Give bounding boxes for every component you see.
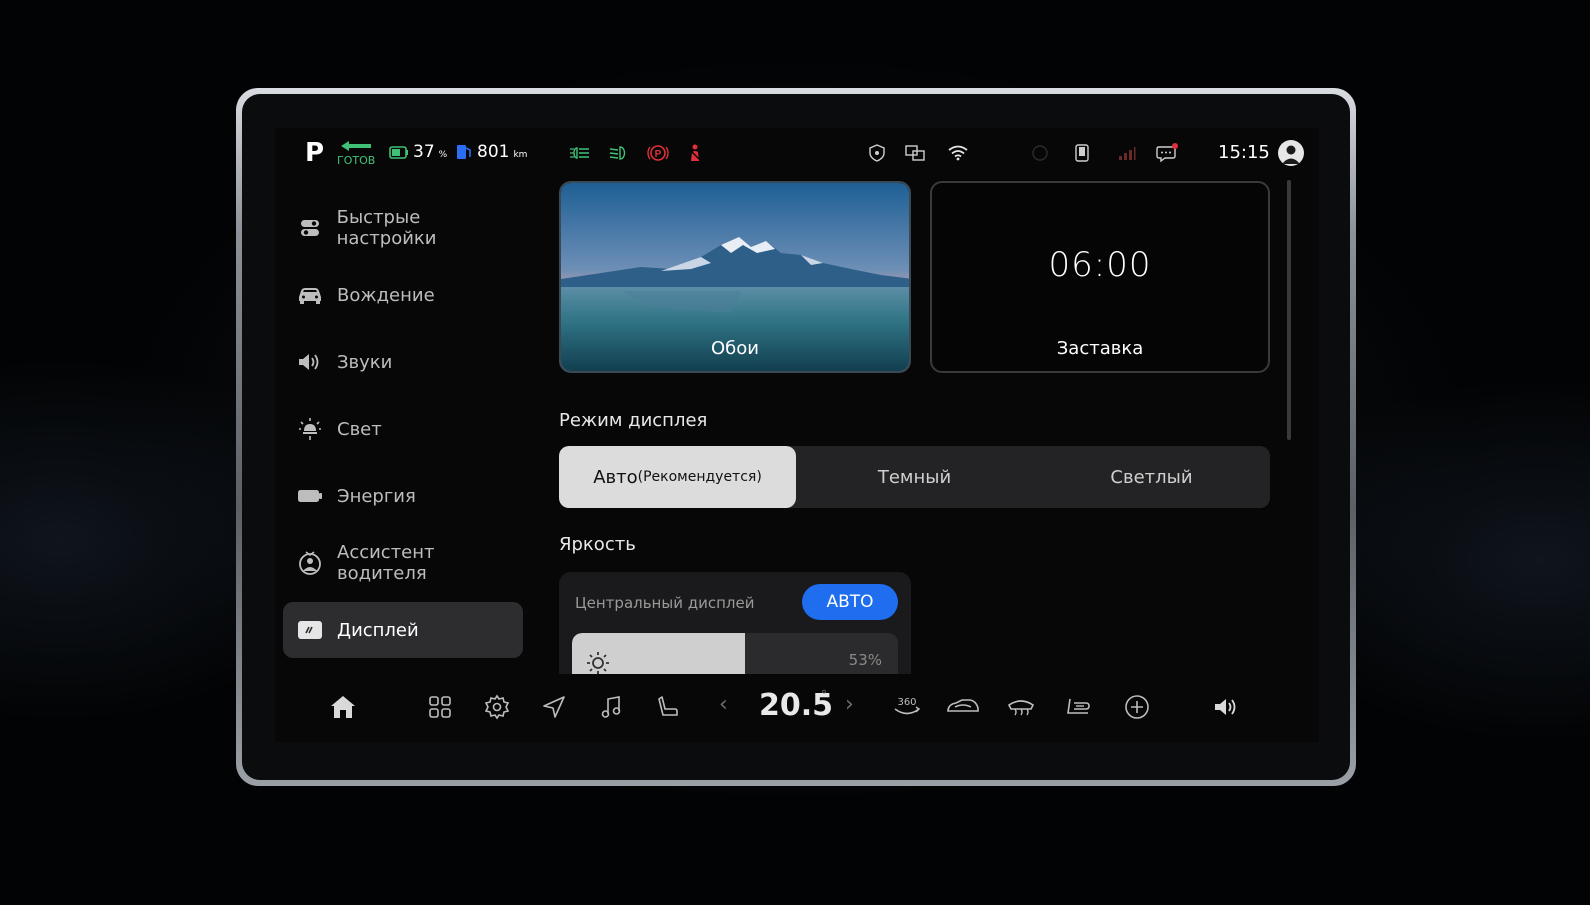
camera-360-icon[interactable]: 360 bbox=[890, 690, 924, 724]
battery-icon bbox=[389, 146, 408, 159]
display-mode-selector: Авто (Рекомендуется) Темный Светлый bbox=[559, 446, 1270, 508]
message-icon[interactable] bbox=[1155, 142, 1179, 164]
ready-arrow-icon bbox=[341, 141, 371, 151]
user-avatar-icon[interactable] bbox=[1278, 140, 1304, 166]
brightness-percent: 53% bbox=[848, 651, 882, 669]
shield-icon[interactable] bbox=[867, 143, 887, 163]
wifi-icon[interactable] bbox=[947, 143, 969, 163]
battery-icon bbox=[297, 483, 323, 509]
navigation-icon[interactable] bbox=[537, 690, 571, 724]
display-mode-auto-sub: (Рекомендуется) bbox=[637, 469, 762, 485]
battery-status: 37% bbox=[389, 142, 447, 162]
apps-icon[interactable] bbox=[423, 690, 457, 724]
assistant-icon bbox=[297, 550, 323, 576]
auto-brightness-button[interactable]: АВТО bbox=[802, 584, 898, 620]
bluetooth-icon[interactable] bbox=[1029, 141, 1051, 165]
battery-unit: % bbox=[438, 150, 448, 160]
display-mode-dark-label: Темный bbox=[877, 466, 952, 488]
wallpaper-card[interactable]: Обои bbox=[559, 181, 911, 373]
status-bar: P ГОТОВ 37% 801 km P 15:15 bbox=[275, 128, 1319, 180]
status-clock: 15:15 bbox=[1218, 142, 1270, 163]
fog-light-icon bbox=[569, 144, 591, 162]
display-mode-auto-label: Авто bbox=[593, 466, 638, 488]
temperature-unit: ° bbox=[821, 688, 827, 702]
range-unit: km bbox=[513, 150, 528, 160]
screen: P ГОТОВ 37% 801 km P 15:15 Быстрые настр… bbox=[275, 128, 1319, 742]
music-icon[interactable] bbox=[594, 690, 628, 724]
battery-percent: 37 bbox=[413, 142, 435, 162]
display-mode-title: Режим дисплея bbox=[559, 410, 708, 431]
settings-sidebar: Быстрые настройки Вождение Звуки Свет Эн… bbox=[283, 200, 523, 669]
svg-text:P: P bbox=[655, 149, 662, 160]
phone-icon[interactable] bbox=[1072, 143, 1092, 163]
seat-icon[interactable] bbox=[651, 690, 685, 724]
brightness-title: Яркость bbox=[559, 534, 636, 555]
seat-heat-icon[interactable] bbox=[1061, 690, 1095, 724]
sidebar-item-sounds[interactable]: Звуки bbox=[283, 334, 523, 390]
sidebar-item-label: Быстрые настройки bbox=[336, 207, 437, 249]
sidebar-item-label: Дисплей bbox=[337, 619, 419, 641]
bottom-dock: ‹ 20.5 ° › 360 bbox=[275, 674, 1319, 742]
seatbelt-icon bbox=[685, 143, 705, 163]
car-recirculation-icon[interactable] bbox=[946, 690, 980, 724]
parking-brake-icon: P bbox=[647, 143, 669, 163]
screensaver-card[interactable]: 06:00 Заставка bbox=[930, 181, 1270, 373]
sidebar-item-display[interactable]: Дисплей bbox=[283, 602, 523, 658]
signal-icon bbox=[1116, 143, 1138, 163]
settings-icon[interactable] bbox=[480, 690, 514, 724]
range-value: 801 bbox=[477, 142, 510, 162]
sidebar-item-label: Энергия bbox=[337, 485, 416, 507]
temp-increase-button[interactable]: › bbox=[845, 692, 854, 717]
speaker-icon bbox=[297, 349, 323, 375]
range-status: 801 km bbox=[455, 142, 527, 162]
rear-defrost-icon[interactable] bbox=[1004, 690, 1038, 724]
sidebar-item-energy[interactable]: Энергия bbox=[283, 468, 523, 524]
display-icon bbox=[297, 617, 323, 643]
volume-icon[interactable] bbox=[1210, 690, 1244, 724]
screensaver-time: 06:00 bbox=[1048, 245, 1152, 285]
sidebar-item-driving[interactable]: Вождение bbox=[283, 267, 523, 323]
display-mode-auto[interactable]: Авто (Рекомендуется) bbox=[559, 446, 796, 508]
display-mode-dark[interactable]: Темный bbox=[796, 446, 1033, 508]
ready-text: ГОТОВ bbox=[337, 154, 376, 167]
sidebar-item-label: Вождение bbox=[337, 284, 435, 306]
sidebar-item-quick-settings[interactable]: Быстрые настройки bbox=[283, 200, 523, 256]
toggles-icon bbox=[297, 215, 323, 241]
screensaver-label: Заставка bbox=[1056, 338, 1144, 359]
sidebar-item-label: Свет bbox=[337, 418, 382, 440]
central-display-label: Центральный дисплей bbox=[575, 594, 755, 612]
content-scrollbar[interactable] bbox=[1287, 180, 1291, 440]
sidebar-item-driver-assistant[interactable]: Ассистент водителя bbox=[283, 535, 523, 591]
camera-360-text: 360 bbox=[897, 697, 916, 708]
ready-indicator: ГОТОВ bbox=[337, 140, 377, 168]
sidebar-item-light[interactable]: Свет bbox=[283, 401, 523, 457]
fuel-icon bbox=[457, 145, 471, 159]
headlight-icon bbox=[608, 144, 630, 162]
sidebar-item-label: Ассистент водителя bbox=[337, 542, 435, 584]
car-icon bbox=[297, 282, 323, 308]
gear-indicator: P bbox=[305, 138, 325, 168]
wallpaper-label: Обои bbox=[711, 338, 759, 359]
screen-cast-icon[interactable] bbox=[904, 143, 926, 163]
add-icon[interactable] bbox=[1120, 690, 1154, 724]
display-mode-light[interactable]: Светлый bbox=[1033, 446, 1270, 508]
display-mode-light-label: Светлый bbox=[1110, 466, 1193, 488]
home-icon[interactable] bbox=[326, 690, 360, 724]
temp-decrease-button[interactable]: ‹ bbox=[719, 692, 728, 717]
light-icon bbox=[297, 416, 323, 442]
sidebar-item-label: Звуки bbox=[337, 351, 393, 373]
